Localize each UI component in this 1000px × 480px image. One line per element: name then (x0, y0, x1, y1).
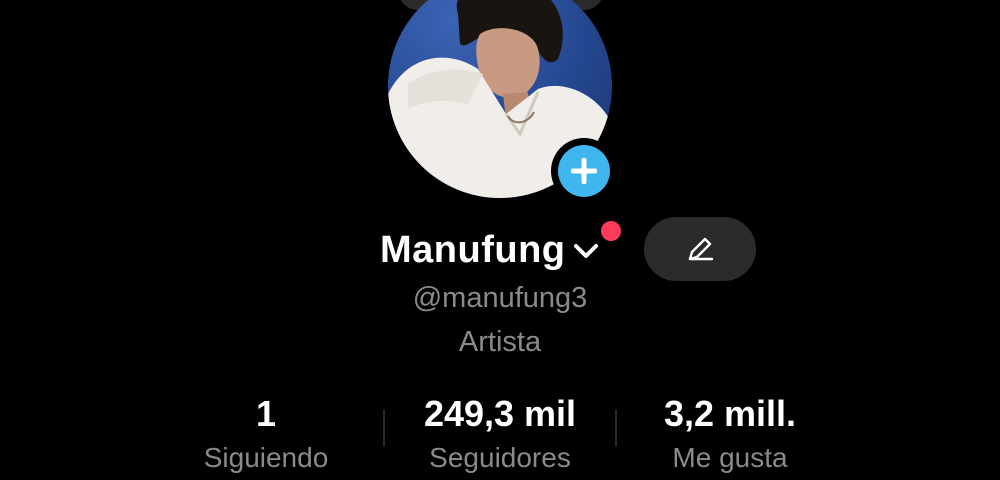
stat-value: 1 (255, 393, 277, 434)
stat-divider (383, 410, 385, 446)
display-name-row[interactable]: Manufung (380, 222, 600, 278)
display-name: Manufung (380, 228, 566, 271)
add-avatar-button[interactable] (551, 138, 617, 204)
stat-label: Siguiendo (203, 442, 329, 473)
stat-label: Me gusta (672, 442, 788, 473)
stat-divider (615, 410, 617, 446)
notification-dot (601, 221, 621, 241)
edit-profile-button[interactable] (644, 217, 756, 281)
stat-likes[interactable]: 3,2 mill. Me gusta (630, 392, 830, 478)
pencil-icon (688, 237, 714, 261)
plus-icon (558, 145, 610, 197)
chevron-down-icon[interactable] (572, 236, 600, 264)
bio: Artista (458, 326, 542, 358)
stat-value: 249,3 mil (423, 393, 577, 434)
stat-value: 3,2 mill. (663, 393, 797, 434)
stat-followers[interactable]: 249,3 mil Seguidores (400, 392, 600, 478)
username: @manufung3 (412, 282, 588, 314)
stat-label: Seguidores (429, 442, 571, 473)
stat-following[interactable]: 1 Siguiendo (180, 392, 352, 478)
